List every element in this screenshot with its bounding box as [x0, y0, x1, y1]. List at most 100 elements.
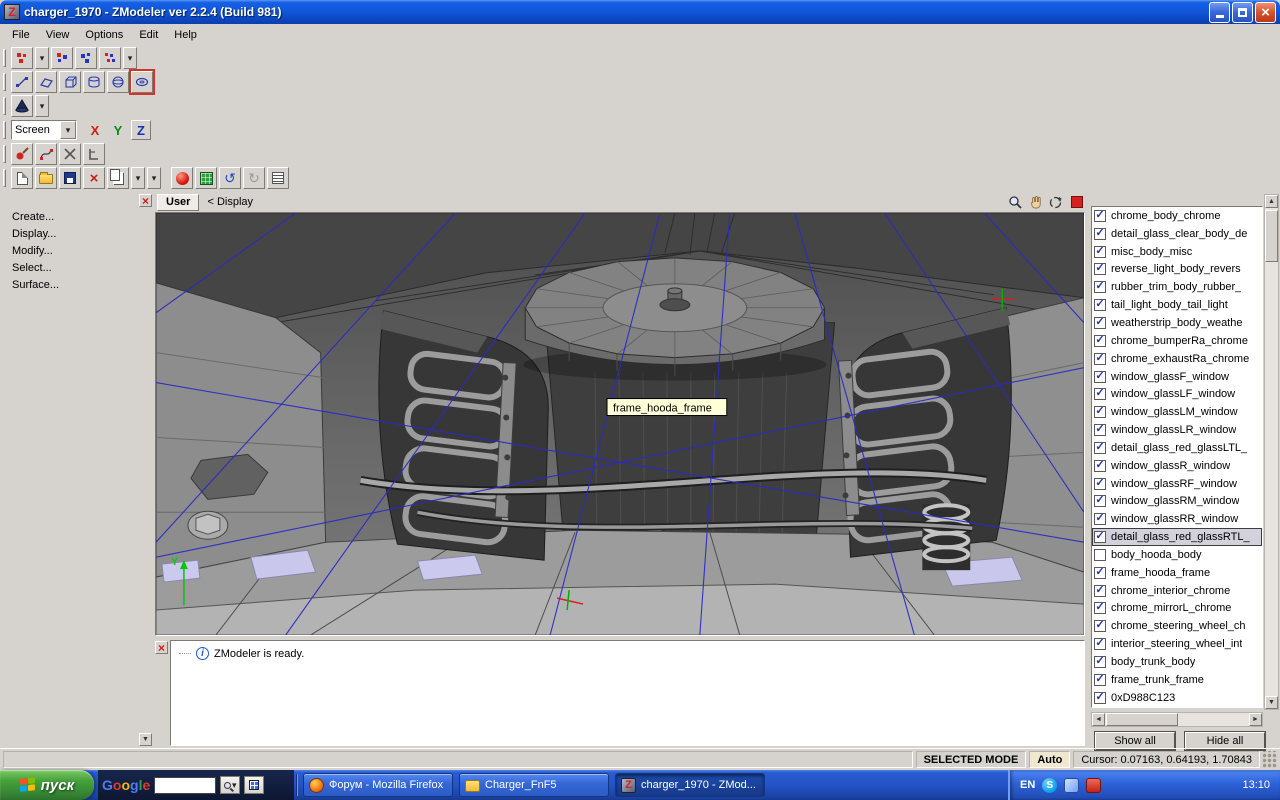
material-checkbox[interactable] [1094, 388, 1106, 401]
material-editor-button[interactable] [171, 167, 193, 189]
command-select[interactable]: Select... [0, 259, 134, 276]
command-create[interactable]: Create... [0, 208, 134, 225]
material-checkbox[interactable] [1094, 531, 1106, 544]
material-checkbox[interactable] [1094, 602, 1106, 615]
material-checkbox[interactable] [1094, 620, 1106, 633]
taskbar-task-firefox[interactable]: Форум - Mozilla Firefox [303, 773, 453, 797]
open-file-button[interactable] [35, 167, 57, 189]
material-checkbox[interactable] [1094, 566, 1106, 579]
paint-tool-button[interactable] [11, 143, 33, 165]
viewport-maximize-button[interactable] [1071, 196, 1083, 208]
scroll-down-button[interactable] [1265, 696, 1278, 709]
google-search-button[interactable] [220, 776, 241, 794]
scroll-up-button[interactable] [1265, 195, 1278, 208]
material-row[interactable]: window_glassF_window [1092, 368, 1262, 386]
material-checkbox[interactable] [1094, 673, 1106, 686]
material-row[interactable]: chrome_body_chrome [1092, 207, 1262, 225]
command-surface[interactable]: Surface... [0, 276, 134, 293]
select-polygons-button[interactable] [51, 47, 73, 69]
toolbar-grip[interactable] [3, 97, 6, 115]
material-row[interactable]: body_trunk_body [1092, 653, 1262, 671]
vscroll-thumb[interactable] [1265, 210, 1278, 262]
material-row[interactable]: weatherstrip_body_weathe [1092, 314, 1262, 332]
viewport-3d-scene[interactable]: Y frame_hooda_frame [155, 212, 1085, 636]
axis-z-button[interactable]: Z [131, 120, 151, 140]
material-checkbox[interactable] [1094, 477, 1106, 490]
zoom-button[interactable] [1007, 194, 1024, 211]
axis-x-button[interactable]: X [85, 120, 105, 140]
menu-item-help[interactable]: Help [166, 27, 205, 43]
toolbar-grip[interactable] [3, 49, 6, 67]
panel-scroll-down-button[interactable] [139, 733, 152, 746]
material-row[interactable]: reverse_light_body_revers [1092, 261, 1262, 279]
combo-dropdown-icon[interactable] [60, 121, 76, 139]
language-indicator[interactable]: EN [1020, 779, 1035, 791]
detach-tool-button[interactable] [59, 143, 81, 165]
axis-y-button[interactable]: Y [108, 120, 128, 140]
close-button[interactable] [1255, 1, 1276, 23]
texture-browser-button[interactable] [195, 167, 217, 189]
material-row[interactable]: chrome_steering_wheel_ch [1092, 617, 1262, 635]
auto-toggle[interactable]: Auto [1029, 751, 1071, 768]
material-row[interactable]: window_glassRF_window [1092, 475, 1262, 493]
material-checkbox[interactable] [1094, 638, 1106, 651]
undo-button[interactable] [219, 167, 241, 189]
redo-button[interactable] [243, 167, 265, 189]
antivirus-icon[interactable] [1086, 777, 1102, 793]
close-panel-button[interactable] [139, 194, 152, 207]
select-vertices-button[interactable] [99, 47, 121, 69]
create-sphere-button[interactable] [107, 71, 129, 93]
material-row[interactable]: frame_trunk_frame [1092, 671, 1262, 689]
material-checkbox[interactable] [1094, 548, 1106, 561]
start-button[interactable]: пуск [0, 770, 94, 800]
material-checkbox[interactable] [1094, 441, 1106, 454]
viewport-tab-user[interactable]: User [157, 193, 200, 211]
menu-item-view[interactable]: View [38, 27, 78, 43]
google-search-input[interactable] [154, 776, 217, 794]
notes-button[interactable] [267, 167, 289, 189]
selection-mode-dropdown[interactable] [123, 47, 137, 69]
new-file-button[interactable] [11, 167, 33, 189]
material-row[interactable]: detail_glass_clear_body_de [1092, 225, 1262, 243]
minimize-button[interactable] [1209, 1, 1230, 23]
select-objects-dropdown[interactable] [35, 47, 49, 69]
material-row[interactable]: detail_glass_red_glassLTL_ [1092, 439, 1262, 457]
material-row[interactable]: window_glassLF_window [1092, 385, 1262, 403]
import-button[interactable] [107, 167, 129, 189]
material-row[interactable]: chrome_bumperRa_chrome [1092, 332, 1262, 350]
create-plane-button[interactable] [35, 71, 57, 93]
create-line-button[interactable] [11, 71, 33, 93]
material-row[interactable]: window_glassRR_window [1092, 510, 1262, 528]
material-row[interactable]: 0xD988C123 [1092, 689, 1262, 707]
delete-button[interactable] [83, 167, 105, 189]
material-row[interactable]: body_hooda_body [1092, 546, 1262, 564]
material-checkbox[interactable] [1094, 459, 1106, 472]
curve-tool-button[interactable] [35, 143, 57, 165]
material-row[interactable]: window_glassLM_window [1092, 403, 1262, 421]
measure-tool-button[interactable] [83, 143, 105, 165]
material-checkbox[interactable] [1094, 299, 1106, 312]
viewport-breadcrumb[interactable]: < Display [203, 196, 253, 208]
toolbar-grip[interactable] [3, 169, 6, 187]
materials-hscrollbar[interactable] [1091, 712, 1263, 727]
create-box-button[interactable] [59, 71, 81, 93]
taskbar-task-folder[interactable]: Charger_FnF5 [459, 773, 609, 797]
material-checkbox[interactable] [1094, 691, 1106, 704]
toolbar-grip[interactable] [3, 145, 6, 163]
material-row[interactable]: window_glassRM_window [1092, 493, 1262, 511]
save-file-button[interactable] [59, 167, 81, 189]
material-checkbox[interactable] [1094, 263, 1106, 276]
orbit-button[interactable] [1047, 194, 1064, 211]
material-row[interactable]: interior_steering_wheel_int [1092, 635, 1262, 653]
scroll-left-button[interactable] [1092, 713, 1105, 726]
material-row[interactable]: window_glassR_window [1092, 457, 1262, 475]
import-dropdown[interactable] [131, 167, 145, 189]
create-cylinder-button[interactable] [83, 71, 105, 93]
material-checkbox[interactable] [1094, 370, 1106, 383]
material-row[interactable]: tail_light_body_tail_light [1092, 296, 1262, 314]
menu-item-options[interactable]: Options [77, 27, 131, 43]
command-display[interactable]: Display... [0, 225, 134, 242]
material-checkbox[interactable] [1094, 227, 1106, 240]
material-checkbox[interactable] [1094, 334, 1106, 347]
command-modify[interactable]: Modify... [0, 242, 134, 259]
